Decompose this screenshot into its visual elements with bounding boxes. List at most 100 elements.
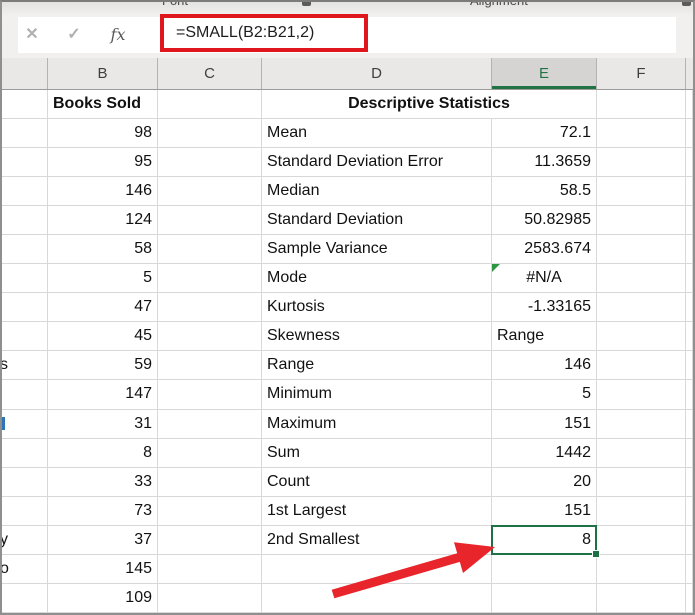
statistic-label-cell[interactable]: Median [262,177,492,207]
cell-a-fragment[interactable] [2,322,48,352]
books-sold-value-cell[interactable]: 147 [48,380,158,410]
cell-f[interactable] [597,119,686,149]
books-sold-value-cell[interactable]: 31 [48,409,158,439]
books-sold-value-cell[interactable]: 124 [48,206,158,236]
cell-c[interactable] [158,496,262,526]
cell-a-fragment[interactable] [2,380,48,410]
statistic-label-cell[interactable] [262,583,492,613]
cell-g-sliver[interactable] [686,322,693,352]
column-header-d[interactable]: D [262,58,492,89]
statistic-label-cell[interactable]: 1st Largest [262,496,492,526]
cell-g-sliver[interactable] [686,438,693,468]
enter-icon[interactable]: ✓ [62,17,86,53]
statistic-value-cell[interactable]: 11.3659 [492,148,597,178]
statistic-value-cell[interactable] [492,583,597,613]
cell-g-sliver[interactable] [686,264,693,294]
cell-c[interactable] [158,119,262,149]
formula-input[interactable]: =SMALL(B2:B21,2) [164,18,364,48]
cell-c[interactable] [158,322,262,352]
cell-g-sliver[interactable] [686,206,693,236]
books-sold-value-cell[interactable]: 98 [48,119,158,149]
cell-a-fragment[interactable] [2,438,48,468]
statistic-value-cell[interactable]: 151 [492,496,597,526]
cell-a-fragment[interactable] [2,467,48,497]
cell-c[interactable] [158,583,262,613]
statistic-value-cell[interactable]: 1442 [492,438,597,468]
statistic-value-cell[interactable]: 50.82985 [492,206,597,236]
cell-f[interactable] [597,148,686,178]
cell-a-fragment[interactable] [2,496,48,526]
cell-g-sliver[interactable] [686,90,693,120]
books-sold-value-cell[interactable]: 8 [48,438,158,468]
cell-a-fragment[interactable] [2,583,48,613]
statistic-label-cell[interactable]: Sample Variance [262,235,492,265]
statistic-label-cell[interactable]: Skewness [262,322,492,352]
cell-a-fragment[interactable]: s [2,351,48,381]
cell-f[interactable] [597,177,686,207]
cell-c[interactable] [158,351,262,381]
dialog-launcher-icon[interactable] [302,2,311,6]
cell-f[interactable] [597,235,686,265]
column-header-c[interactable]: C [158,58,262,89]
books-sold-value-cell[interactable]: 146 [48,177,158,207]
statistic-label-cell[interactable]: Range [262,351,492,381]
cell-c[interactable] [158,409,262,439]
books-sold-value-cell[interactable]: 45 [48,322,158,352]
cell-g-sliver[interactable] [686,496,693,526]
cell-c[interactable] [158,293,262,323]
statistic-label-cell[interactable]: Mean [262,119,492,149]
statistic-label-cell[interactable]: Sum [262,438,492,468]
books-sold-value-cell[interactable]: 58 [48,235,158,265]
cell-c[interactable] [158,467,262,497]
cell-f[interactable] [597,438,686,468]
books-sold-value-cell[interactable]: 47 [48,293,158,323]
books-sold-value-cell[interactable]: 109 [48,583,158,613]
cell-a[interactable] [2,90,48,120]
cell-f[interactable] [597,467,686,497]
cell-c[interactable] [158,264,262,294]
books-sold-value-cell[interactable]: 59 [48,351,158,381]
cell-c[interactable] [158,90,262,120]
cell-f[interactable] [597,322,686,352]
statistic-label-cell[interactable]: Mode [262,264,492,294]
statistic-value-cell[interactable]: 2583.674 [492,235,597,265]
books-sold-value-cell[interactable]: 5 [48,264,158,294]
statistic-value-cell[interactable]: 58.5 [492,177,597,207]
column-header-a-sliver[interactable] [2,58,48,89]
cell-f[interactable] [597,583,686,613]
statistic-label-cell[interactable]: Minimum [262,380,492,410]
statistic-value-cell[interactable]: 146 [492,351,597,381]
cell-g-sliver[interactable] [686,380,693,410]
cell-g-sliver[interactable] [686,119,693,149]
cell-g-sliver[interactable] [686,525,693,555]
column-header-e-selected[interactable]: E [492,58,597,89]
statistic-value-cell[interactable]: #N/A [492,264,597,294]
books-sold-header-cell[interactable]: Books Sold [48,90,158,120]
statistic-value-cell[interactable]: 72.1 [492,119,597,149]
descriptive-statistics-title-cell[interactable]: Descriptive Statistics [262,90,597,120]
cell-g-sliver[interactable] [686,409,693,439]
dialog-launcher-icon[interactable] [682,2,691,6]
cell-a-fragment[interactable] [2,293,48,323]
cell-c[interactable] [158,554,262,584]
statistic-value-cell[interactable]: 151 [492,409,597,439]
cell-c[interactable] [158,235,262,265]
cell-a-fragment[interactable] [2,235,48,265]
cell-g-sliver[interactable] [686,583,693,613]
statistic-label-cell[interactable]: Kurtosis [262,293,492,323]
cell-g-sliver[interactable] [686,148,693,178]
cell-a-fragment[interactable] [2,264,48,294]
column-header-g-sliver[interactable] [686,58,693,89]
statistic-label-cell[interactable]: 2nd Smallest [262,525,492,555]
cell-f[interactable] [597,264,686,294]
cell-g-sliver[interactable] [686,467,693,497]
cell-c[interactable] [158,525,262,555]
cell-c[interactable] [158,148,262,178]
cell-f[interactable] [597,380,686,410]
cell-g-sliver[interactable] [686,293,693,323]
cell-a-fragment[interactable] [2,148,48,178]
books-sold-value-cell[interactable]: 95 [48,148,158,178]
column-header-b[interactable]: B [48,58,158,89]
cell-c[interactable] [158,438,262,468]
books-sold-value-cell[interactable]: 145 [48,554,158,584]
